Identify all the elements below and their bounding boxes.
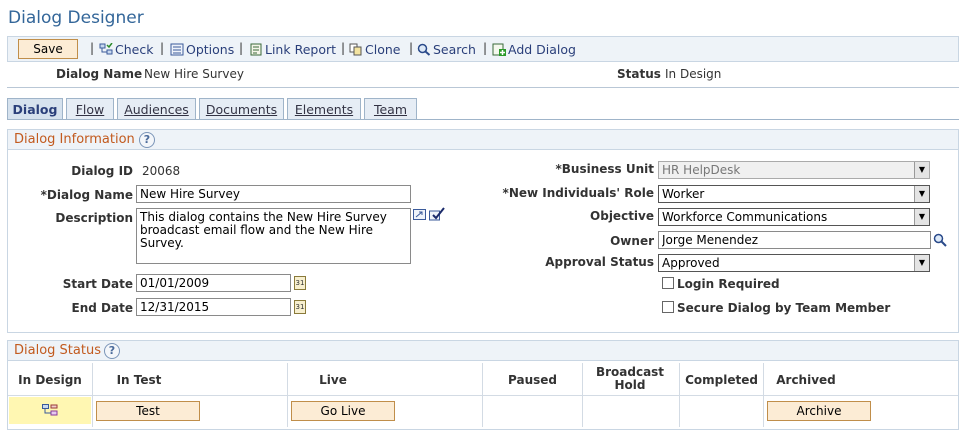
objective-select[interactable]: Workforce Communications ▼ (658, 208, 930, 226)
tab-flow[interactable]: Flow (66, 98, 114, 120)
toolbar-separator: | (160, 41, 165, 55)
chevron-down-icon: ▼ (914, 162, 929, 178)
dialog-name-input[interactable] (136, 185, 411, 203)
dialog-status-title: Dialog Status (14, 343, 101, 358)
test-button[interactable]: Test (96, 401, 200, 421)
tab-team[interactable]: Team (364, 98, 417, 120)
approval-status-select[interactable]: Approved ▼ (658, 254, 930, 272)
column-header-completed: Completed (685, 373, 758, 387)
add-dialog-icon (492, 43, 506, 56)
in-design-flow-icon (42, 404, 58, 416)
calendar-icon[interactable]: 31 (294, 276, 306, 290)
dialog-information-title: Dialog Information (14, 132, 135, 147)
search-link[interactable]: Search (417, 42, 476, 57)
check-link[interactable]: Check (99, 42, 153, 57)
approval-status-label: Approval Status (545, 255, 654, 269)
toolbar-separator: | (341, 41, 346, 55)
description-label: Description (55, 211, 133, 225)
column-header-live: Live (319, 373, 347, 387)
login-required-label: Login Required (677, 277, 780, 291)
objective-label: Objective (590, 209, 654, 223)
owner-label: Owner (610, 234, 654, 248)
dialog-name-header-label: Dialog Name (56, 67, 143, 81)
chevron-down-icon: ▼ (914, 209, 929, 225)
end-date-input[interactable] (136, 298, 291, 316)
chevron-down-icon: ▼ (914, 186, 929, 202)
start-date-label: Start Date (62, 277, 133, 291)
end-date-label: End Date (71, 301, 133, 315)
calendar-icon[interactable]: 31 (294, 300, 306, 314)
help-icon[interactable]: ? (139, 132, 155, 148)
spell-check-icon[interactable] (429, 207, 445, 221)
toolbar: Save | Check | Options | Link Report | C… (7, 36, 959, 62)
go-live-button[interactable]: Go Live (291, 401, 395, 421)
start-date-input[interactable] (136, 274, 291, 292)
help-icon[interactable]: ? (104, 343, 120, 359)
new-individuals-role-select[interactable]: Worker ▼ (658, 185, 930, 203)
status-header-value: In Design (665, 67, 722, 81)
page-title: Dialog Designer (8, 8, 144, 28)
column-header-paused: Paused (508, 373, 557, 387)
search-icon (417, 43, 431, 56)
clone-icon (349, 43, 362, 56)
clone-link[interactable]: Clone (349, 42, 400, 57)
toolbar-separator: | (483, 41, 488, 55)
description-textarea[interactable] (136, 208, 411, 264)
column-header-in-design: In Design (18, 373, 82, 387)
dialog-information-header: Dialog Information ? (8, 130, 958, 150)
expand-text-icon[interactable] (413, 209, 427, 221)
login-required-checkbox[interactable] (662, 277, 674, 289)
dialog-id-value: 20068 (142, 164, 181, 178)
dialog-name-label: *Dialog Name (40, 188, 133, 202)
secure-dialog-checkbox[interactable] (662, 301, 674, 313)
tab-elements[interactable]: Elements (287, 98, 361, 120)
tab-documents[interactable]: Documents (199, 98, 284, 120)
status-header-label: Status (617, 67, 661, 81)
toolbar-separator: | (90, 41, 95, 55)
header-divider (7, 87, 959, 88)
link-report-link[interactable]: Link Report (249, 42, 336, 57)
tabs-baseline (7, 119, 959, 120)
add-dialog-link[interactable]: Add Dialog (492, 42, 576, 57)
new-individuals-role-label: *New Individuals' Role (502, 186, 654, 200)
column-header-in-test: In Test (116, 373, 162, 387)
row-divider (8, 395, 958, 396)
secure-dialog-label: Secure Dialog by Team Member (677, 301, 891, 315)
link-report-icon (250, 43, 262, 56)
save-button[interactable]: Save (18, 39, 78, 59)
toolbar-separator: | (409, 41, 414, 55)
archive-button[interactable]: Archive (767, 401, 871, 421)
column-header-broadcast-hold: Broadcast Hold (595, 365, 665, 392)
toolbar-separator: | (239, 41, 244, 55)
tab-dialog[interactable]: Dialog (7, 98, 63, 120)
options-link[interactable]: Options (170, 42, 234, 57)
chevron-down-icon: ▼ (914, 255, 929, 271)
dialog-name-header-value: New Hire Survey (144, 67, 244, 81)
dialog-status-header: Dialog Status ? (8, 341, 958, 361)
options-icon (170, 43, 184, 56)
owner-input[interactable] (658, 231, 931, 249)
lookup-icon[interactable] (933, 233, 947, 247)
column-header-archived: Archived (776, 373, 836, 387)
check-icon (99, 43, 113, 55)
dialog-id-label: Dialog ID (71, 164, 133, 178)
in-design-current-cell (9, 397, 91, 424)
tab-audiences[interactable]: Audiences (117, 98, 196, 120)
business-unit-select: HR HelpDesk ▼ (658, 161, 930, 179)
business-unit-label: *Business Unit (555, 162, 654, 176)
